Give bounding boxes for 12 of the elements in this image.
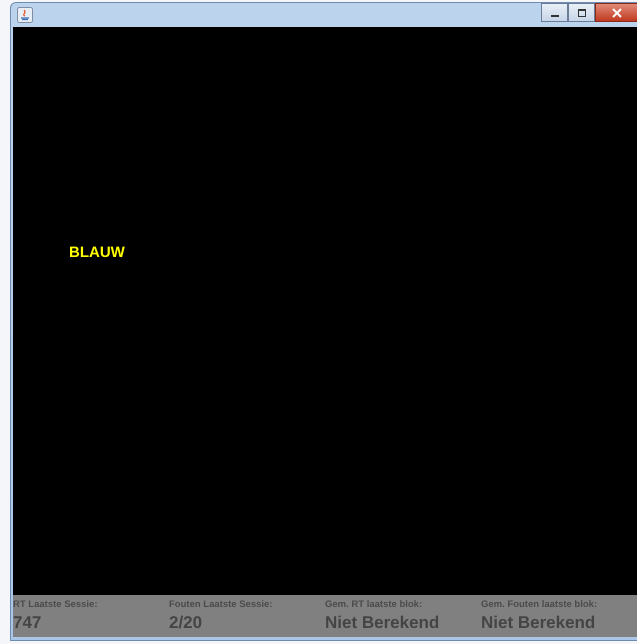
minimize-button[interactable]	[541, 3, 568, 22]
minimize-icon	[550, 14, 558, 16]
close-icon	[612, 8, 622, 18]
stat-value: Niet Berekend	[481, 613, 596, 633]
close-button[interactable]	[595, 3, 637, 22]
stat-value: Niet Berekend	[325, 613, 440, 633]
stat-value: 2/20	[169, 613, 204, 633]
app-icon	[17, 7, 33, 23]
maximize-icon	[578, 8, 586, 16]
maximize-button[interactable]	[568, 3, 595, 22]
stimulus-word: BLAUW	[69, 244, 125, 261]
stat-value: 747	[13, 613, 42, 633]
